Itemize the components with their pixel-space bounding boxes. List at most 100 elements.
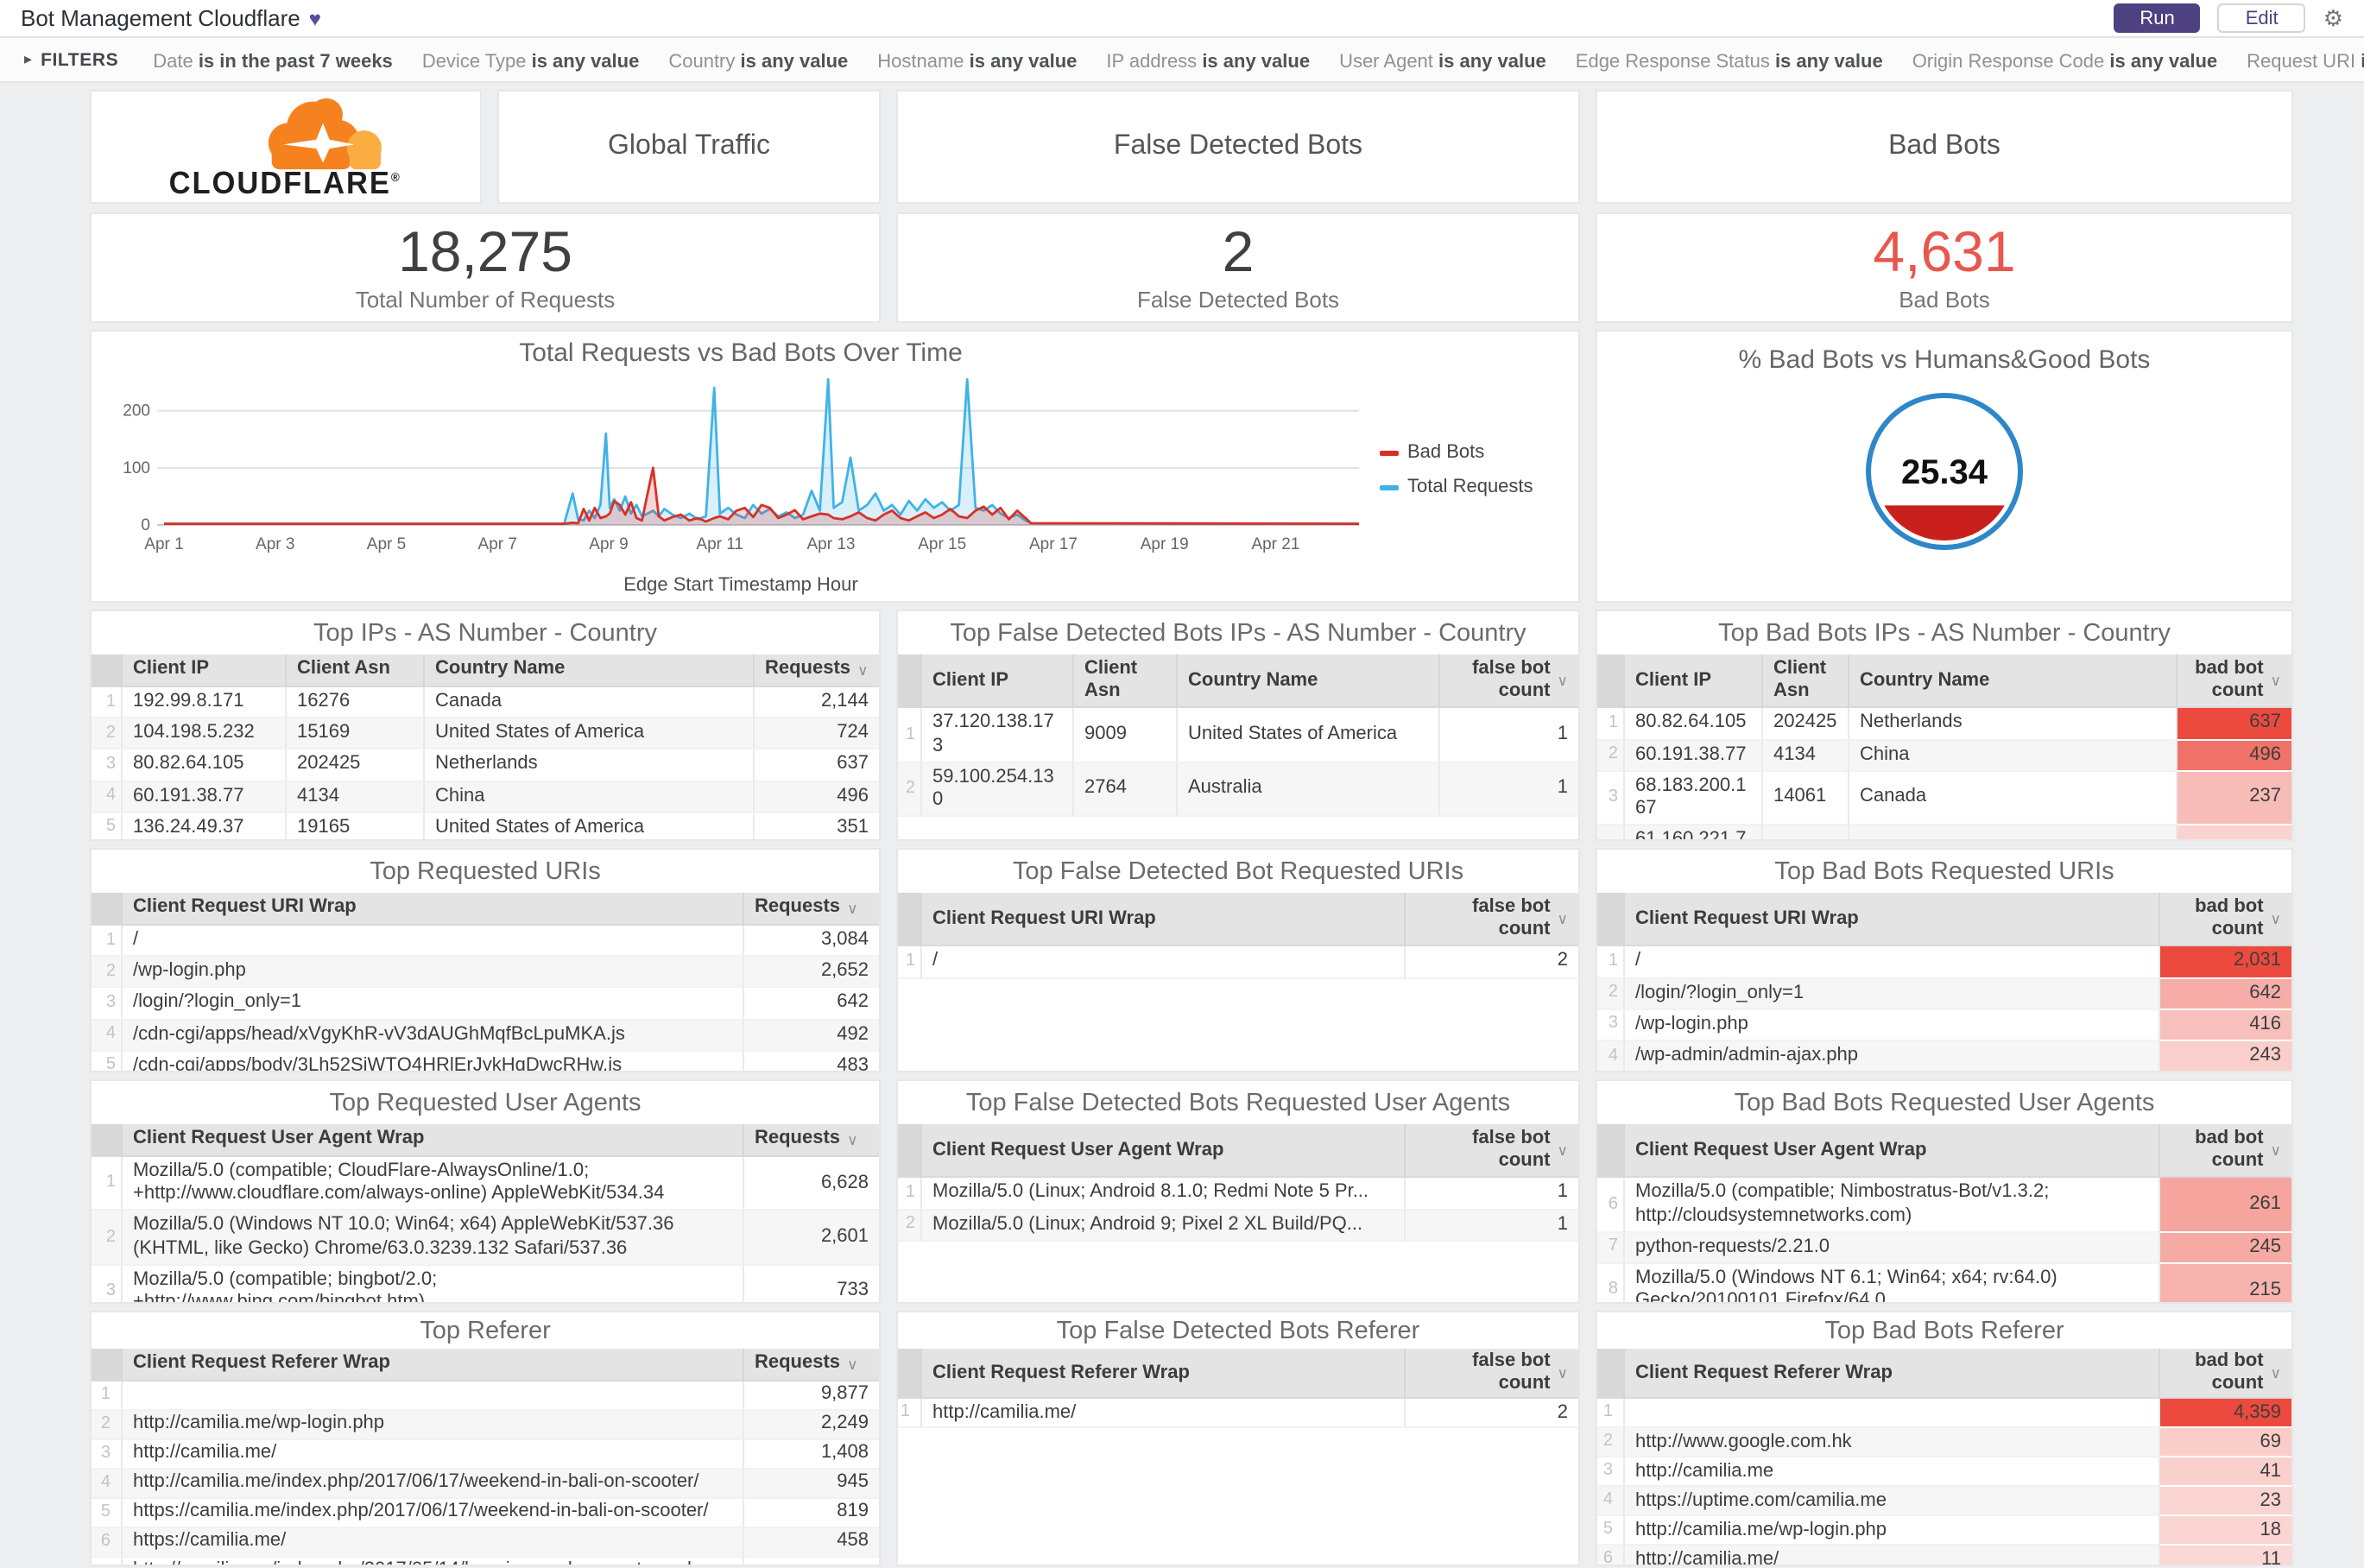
column-header[interactable]: Requests ∨ — [744, 1124, 879, 1157]
timeseries-svg[interactable]: 0 100 200 Apr 1 Apr 3 Apr 5 Apr 7 Apr 9 Apr 11 Ap… — [102, 373, 1369, 566]
table-cell: 202425 — [287, 749, 425, 782]
table-row[interactable]: 5/cdn-cgi/apps/body/3Lh52SjWTQ4HRlErJykH… — [92, 1051, 879, 1071]
column-header[interactable]: Client Asn — [287, 654, 425, 687]
table-row[interactable]: 1 37.120.138.173 9009 United States of Amer… — [898, 708, 1578, 763]
table-row[interactable]: 1/3,084 — [92, 926, 879, 958]
sort-caret-icon: ∨ — [847, 1130, 858, 1148]
table-row[interactable]: 2 59.100.254.130 2764 Australia 1 — [898, 762, 1578, 818]
chart-x-axis-label: Edge Start Timestamp Hour — [623, 575, 858, 596]
filter-item[interactable]: Device Type is any value — [422, 51, 640, 72]
column-header[interactable]: bad bot count ∨ — [2178, 654, 2291, 709]
column-header[interactable]: bad bot count ∨ — [2160, 893, 2291, 947]
table-cell: 637 — [2178, 708, 2291, 741]
table-cell: /login/?login_only=1 — [1625, 978, 2160, 1010]
settings-gear-icon[interactable]: ⚙ — [2323, 4, 2343, 32]
table-row[interactable]: 7 python-requests/2.21.0 245 — [1597, 1232, 2291, 1264]
table-row[interactable]: 3/wp-login.php 416 — [1597, 1009, 2291, 1041]
column-header[interactable]: Requests ∨ — [744, 893, 879, 926]
column-header[interactable]: false bot count ∨ — [1406, 893, 1578, 947]
column-header[interactable]: Client IP — [1625, 654, 1763, 709]
table-row[interactable]: 1/2,031 — [1597, 946, 2291, 979]
column-header[interactable]: Client Request User Agent Wrap — [922, 1124, 1406, 1179]
table-row[interactable]: 7http://camilia.me/index.php/2017/05/14/… — [92, 1558, 879, 1565]
table-row[interactable]: 6 https://camilia.me/458 — [92, 1528, 879, 1558]
table-row[interactable]: 3 http://camilia.me 41 — [1597, 1457, 2291, 1488]
column-header[interactable]: Client Asn — [1763, 654, 1849, 709]
column-header[interactable]: Client IP — [922, 654, 1074, 709]
table-row[interactable]: 5 136.24.49.37 19165 United States of Ameri… — [92, 812, 879, 839]
table-row[interactable]: 4/wp-admin/admin-ajax.php 243 — [1597, 1040, 2291, 1071]
table-row[interactable]: 1 9,877 — [92, 1381, 879, 1411]
table-cell: 245 — [2160, 1232, 2291, 1264]
kpi-value: 2 — [1222, 219, 1255, 284]
table-row[interactable]: 2/wp-login.php 2,652 — [92, 957, 879, 989]
table-cell: 496 — [2178, 740, 2291, 772]
legend-item[interactable]: Bad Bots — [1380, 442, 1570, 463]
filter-item[interactable]: Hostname is any value — [877, 51, 1077, 72]
legend-item[interactable]: Total Requests — [1380, 477, 1570, 497]
run-button[interactable]: Run — [2114, 3, 2201, 33]
table-row[interactable]: 1/2 — [898, 946, 1578, 979]
table-row[interactable]: 2 60.191.38.77 4134 China 496 — [1597, 740, 2291, 772]
column-header[interactable]: bad bot count ∨ — [2160, 1124, 2291, 1179]
column-header[interactable]: Client Request Referer Wrap — [1625, 1349, 2160, 1400]
table-row[interactable]: 3 http://camilia.me/1,408 — [92, 1440, 879, 1470]
table-row[interactable]: 2/login/?login_only=1 642 — [1597, 978, 2291, 1010]
table-row[interactable]: 5 http://camilia.me/wp-login.php 18 — [1597, 1516, 2291, 1546]
filter-item[interactable]: Origin Response Code is any value — [1912, 51, 2217, 72]
table-row[interactable]: 3 80.82.64.105 202425 Netherlands 637 — [92, 749, 879, 782]
table-row[interactable]: 3 68.183.200.167 14061 Canada 237 — [1597, 771, 2291, 826]
column-header[interactable]: Client Request Referer Wrap — [922, 1349, 1406, 1400]
table-row[interactable]: 3/login/?login_only=1 642 — [92, 988, 879, 1021]
table-row[interactable]: 6 http://camilia.me/11 — [1597, 1546, 2291, 1565]
chart-plot-area[interactable]: Total Requests vs Bad Bots Over Time 0 10… — [102, 338, 1380, 601]
column-header[interactable]: Client Request URI Wrap — [922, 893, 1406, 947]
column-header[interactable]: Client IP — [123, 654, 287, 687]
table-row[interactable]: 4 https://uptime.com/camilia.me 23 — [1597, 1487, 2291, 1517]
table-row[interactable]: 1 Mozilla/5.0 (compatible; CloudFlare-Alw… — [92, 1157, 879, 1211]
table-row[interactable]: 6 Mozilla/5.0 (compatible; Nimbostratus-B… — [1597, 1178, 2291, 1233]
table-row[interactable]: 2 Mozilla/5.0 (Windows NT 10.0; Win64; x6… — [92, 1211, 879, 1266]
table-row[interactable]: 2 104.198.5.232 15169 United States of Amer… — [92, 718, 879, 750]
table-row[interactable]: 8 Mozilla/5.0 (Windows NT 6.1; Win64; x64… — [1597, 1263, 2291, 1302]
table-row[interactable]: 3 Mozilla/5.0 (compatible; bingbot/2.0; +… — [92, 1265, 879, 1302]
table-row[interactable]: 5 https://camilia.me/index.php/2017/06/17… — [92, 1499, 879, 1528]
table-row[interactable]: 4 http://camilia.me/index.php/2017/06/17/… — [92, 1470, 879, 1499]
filter-item[interactable]: User Agent is any value — [1339, 51, 1546, 72]
filter-item[interactable]: Edge Response Status is any value — [1576, 51, 1883, 72]
column-header[interactable]: false bot count ∨ — [1440, 654, 1578, 709]
column-header[interactable]: bad bot count ∨ — [2160, 1349, 2291, 1400]
column-header[interactable]: Client Request User Agent Wrap — [1625, 1124, 2160, 1179]
column-header[interactable]: false bot count ∨ — [1406, 1349, 1578, 1400]
table-row[interactable]: 461.160.221.7323650China144 — [1597, 825, 2291, 839]
edit-button[interactable]: Edit — [2217, 3, 2306, 33]
column-header[interactable]: false bot count ∨ — [1406, 1124, 1578, 1179]
table-row[interactable]: 1 Mozilla/5.0 (Linux; Android 8.1.0; Redm… — [898, 1178, 1578, 1211]
table-row[interactable]: 1 80.82.64.105 202425 Netherlands 637 — [1597, 708, 2291, 741]
table-row[interactable]: 2 http://camilia.me/wp-login.php 2,249 — [92, 1411, 879, 1440]
column-header[interactable]: Client Request Referer Wrap — [123, 1349, 744, 1381]
table-row[interactable]: 1 http://camilia.me/2 — [898, 1399, 1578, 1429]
column-header[interactable]: Client Request User Agent Wrap — [123, 1124, 744, 1157]
column-header[interactable]: Country Name — [1178, 654, 1440, 709]
table-row[interactable]: 1 192.99.8.171 16276 Canada 2,144 — [92, 687, 879, 719]
column-header[interactable]: Country Name — [1849, 654, 2178, 709]
column-header[interactable]: Client Request URI Wrap — [1625, 893, 2160, 947]
column-header[interactable]: Requests ∨ — [744, 1349, 879, 1381]
column-header[interactable]: Client Request URI Wrap — [123, 893, 744, 926]
table-row[interactable]: 2 http://www.google.com.hk 69 — [1597, 1428, 2291, 1458]
table-row[interactable]: 4/cdn-cgi/apps/head/xVgyKhR-vV3dAUGhMqfB… — [92, 1020, 879, 1052]
filter-item[interactable]: Date is in the past 7 weeks — [153, 51, 393, 72]
column-header[interactable]: Client Asn — [1074, 654, 1178, 709]
table-row[interactable]: 4 60.191.38.77 4134 China 496 — [92, 781, 879, 813]
table-row[interactable]: 2 Mozilla/5.0 (Linux; Android 9; Pixel 2 … — [898, 1210, 1578, 1242]
column-header[interactable]: Country Name — [425, 654, 755, 687]
filters-expand-icon[interactable]: ▸ — [24, 50, 32, 69]
filter-item[interactable]: Request URI is any value — [2247, 51, 2364, 72]
column-header[interactable]: Requests ∨ — [755, 654, 879, 687]
table-title: Top Requested URIs — [370, 858, 601, 886]
table-row[interactable]: 1 4,359 — [1597, 1399, 2291, 1429]
filter-item[interactable]: IP address is any value — [1106, 51, 1310, 72]
filters-label[interactable]: FILTERS — [41, 49, 118, 70]
filter-item[interactable]: Country is any value — [668, 51, 848, 72]
